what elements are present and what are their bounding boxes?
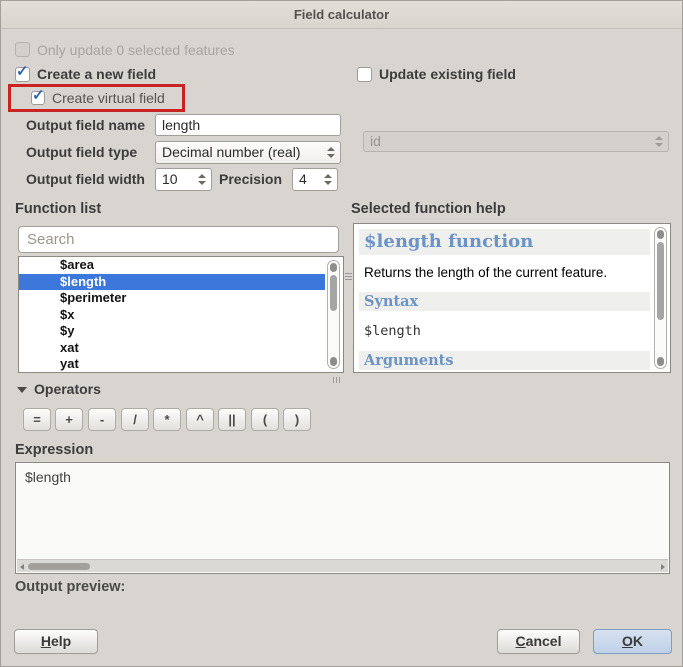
operator-multiply-button[interactable]: * [153,408,181,431]
spin-up-icon[interactable] [327,147,335,151]
output-field-type-label: Output field type [26,144,137,160]
expression-editor[interactable]: $length [15,462,670,574]
output-field-type-combo[interactable]: Decimal number (real) [155,141,341,164]
precision-value: 4 [299,171,307,187]
only-update-checkbox [15,42,30,57]
function-list-item-selected[interactable]: $length [19,274,325,291]
function-list-item[interactable]: $perimeter [19,290,325,307]
cancel-button[interactable]: Cancel [497,629,580,654]
function-list-header: Function list [15,201,101,217]
help-title: $length function [359,229,650,255]
create-new-field-checkbox[interactable]: ✓ [15,67,30,82]
help-button[interactable]: Help [14,629,98,654]
titlebar[interactable]: Field calculator [1,1,682,29]
scroll-up-icon[interactable] [330,263,337,272]
scroll-down-icon[interactable] [657,357,664,366]
operator-open-paren-button[interactable]: ( [251,408,279,431]
operator-divide-button[interactable]: / [121,408,149,431]
create-virtual-field-label: Create virtual field [52,90,165,106]
search-input[interactable] [18,226,339,253]
operators-label: Operators [34,381,101,397]
function-list-item[interactable]: $area [19,257,325,274]
update-existing-field-checkbox[interactable] [357,67,372,82]
help-syntax-code: $length [364,323,421,339]
help-arguments-heading: Arguments [359,351,650,370]
operator-concat-button[interactable]: || [218,408,246,431]
output-field-width-spinbox[interactable]: 10 [155,168,212,191]
function-list-item[interactable]: yat [19,356,325,373]
spin-down-icon[interactable] [198,181,206,185]
create-new-field-label: Create a new field [37,66,156,82]
scroll-right-icon[interactable] [661,564,665,570]
scroll-up-icon[interactable] [657,230,664,239]
spin-down-icon[interactable] [327,154,335,158]
operator-close-paren-button[interactable]: ) [283,408,311,431]
expression-hscrollbar[interactable] [17,559,668,572]
collapse-arrow-icon[interactable] [17,387,27,393]
precision-spinbox[interactable]: 4 [292,168,338,191]
operator-equals-button[interactable]: = [23,408,51,431]
existing-field-combo: id [363,131,669,152]
function-list-item[interactable]: $x [19,307,325,324]
output-field-width-value: 10 [162,171,178,187]
function-list-item[interactable]: xat [19,340,325,357]
field-calculator-dialog: Field calculator Only update 0 selected … [0,0,683,667]
existing-field-value: id [370,133,381,149]
function-list[interactable]: $area $length $perimeter $x $y xat yat [18,256,344,373]
help-description: Returns the length of the current featur… [364,265,607,280]
operator-plus-button[interactable]: + [55,408,83,431]
help-syntax-heading: Syntax [359,292,650,311]
output-preview-label: Output preview: [15,579,125,595]
function-list-item[interactable]: $y [19,323,325,340]
function-help-panel: $length function Returns the length of t… [353,223,671,373]
spin-up-icon[interactable] [324,174,332,178]
operator-minus-button[interactable]: - [88,408,116,431]
check-icon: ✓ [16,64,29,79]
help-scrollbar[interactable] [654,227,667,369]
create-virtual-field-checkbox[interactable]: ✓ [31,91,45,105]
check-icon: ✓ [32,88,45,103]
output-field-type-value: Decimal number (real) [162,144,300,160]
window-title: Field calculator [294,7,389,22]
expression-label: Expression [15,442,93,458]
scroll-left-icon[interactable] [20,564,24,570]
ok-button[interactable]: OK [593,629,672,654]
function-list-scrollbar[interactable] [327,260,340,369]
output-field-width-label: Output field width [26,171,145,187]
scrollbar-thumb[interactable] [28,563,90,570]
spin-down-icon[interactable] [324,181,332,185]
output-field-name-label: Output field name [26,117,145,133]
scroll-down-icon[interactable] [330,357,337,366]
spin-down-icon [655,143,663,147]
only-update-label: Only update 0 selected features [37,42,235,58]
output-field-name-input[interactable] [155,114,341,136]
update-existing-field-label: Update existing field [379,66,516,82]
operator-power-button[interactable]: ^ [186,408,214,431]
expression-text: $length [25,469,71,485]
spin-up-icon [655,136,663,140]
spin-up-icon[interactable] [198,174,206,178]
scrollbar-thumb[interactable] [657,242,664,320]
precision-label: Precision [219,171,282,187]
horizontal-splitter-grip[interactable] [333,377,342,383]
scrollbar-thumb[interactable] [330,275,337,311]
panel-splitter-grip[interactable] [345,273,352,281]
selected-function-help-header: Selected function help [351,201,506,217]
